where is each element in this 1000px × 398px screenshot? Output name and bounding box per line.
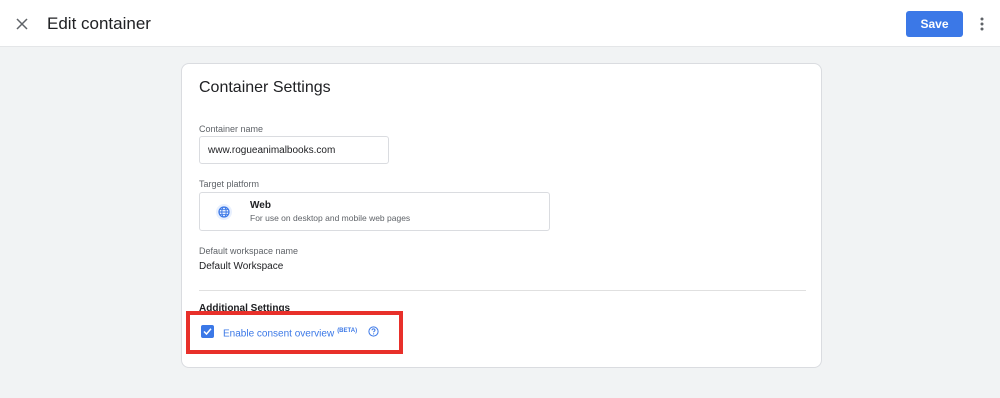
container-name-label: Container name bbox=[199, 124, 264, 134]
target-platform-label: Target platform bbox=[199, 179, 260, 189]
container-settings-card: Container Settings Container name Target… bbox=[181, 63, 822, 368]
workspace-label: Default workspace name bbox=[199, 246, 299, 256]
globe-icon bbox=[216, 204, 232, 220]
consent-overview-label[interactable]: Enable consent overview (BETA) bbox=[223, 328, 357, 339]
page-title: Edit container bbox=[47, 14, 151, 33]
workspace-value: Default Workspace bbox=[199, 261, 284, 272]
divider bbox=[199, 290, 806, 291]
consent-checkbox[interactable] bbox=[201, 325, 214, 338]
platform-name: Web bbox=[250, 200, 271, 211]
target-platform-option[interactable]: Web For use on desktop and mobile web pa… bbox=[199, 192, 550, 231]
close-button[interactable] bbox=[10, 12, 34, 36]
checkmark-icon bbox=[203, 328, 212, 336]
consent-label-text: Enable consent overview bbox=[223, 328, 335, 340]
container-name-input[interactable] bbox=[199, 136, 389, 164]
save-button[interactable]: Save bbox=[906, 11, 963, 37]
more-options-button[interactable] bbox=[972, 12, 992, 36]
help-icon[interactable] bbox=[368, 326, 379, 337]
platform-description: For use on desktop and mobile web pages bbox=[250, 213, 411, 223]
card-title: Container Settings bbox=[199, 79, 331, 96]
close-icon bbox=[16, 18, 28, 30]
more-vert-icon bbox=[980, 17, 984, 31]
additional-settings-title: Additional Settings bbox=[199, 303, 291, 314]
top-bar: Edit container Save bbox=[0, 0, 1000, 47]
beta-badge: (BETA) bbox=[337, 328, 358, 334]
